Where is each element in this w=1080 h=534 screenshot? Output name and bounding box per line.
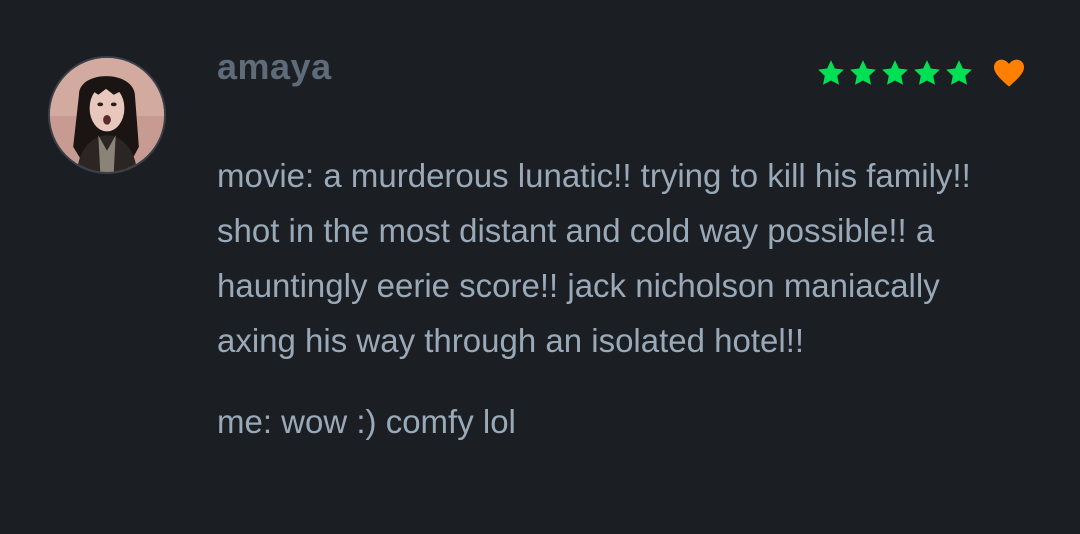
star-rating	[816, 58, 974, 88]
rating	[816, 58, 1026, 88]
username[interactable]: amaya	[217, 46, 332, 88]
avatar[interactable]	[48, 56, 166, 174]
star-icon	[850, 60, 876, 85]
star-icon	[914, 60, 940, 85]
avatar-photo	[50, 58, 164, 172]
heart-icon	[994, 59, 1024, 87]
review-text: movie: a murderous lunatic!! trying to k…	[217, 148, 1017, 449]
review-paragraph: movie: a murderous lunatic!! trying to k…	[217, 157, 971, 359]
review-paragraph: me: wow :) comfy lol	[217, 403, 516, 440]
star-icon	[882, 60, 908, 85]
review-card: amaya movie: a murderous lunatic!! tryin…	[0, 0, 1080, 534]
star-icon	[818, 60, 844, 85]
star-icon	[946, 60, 972, 85]
